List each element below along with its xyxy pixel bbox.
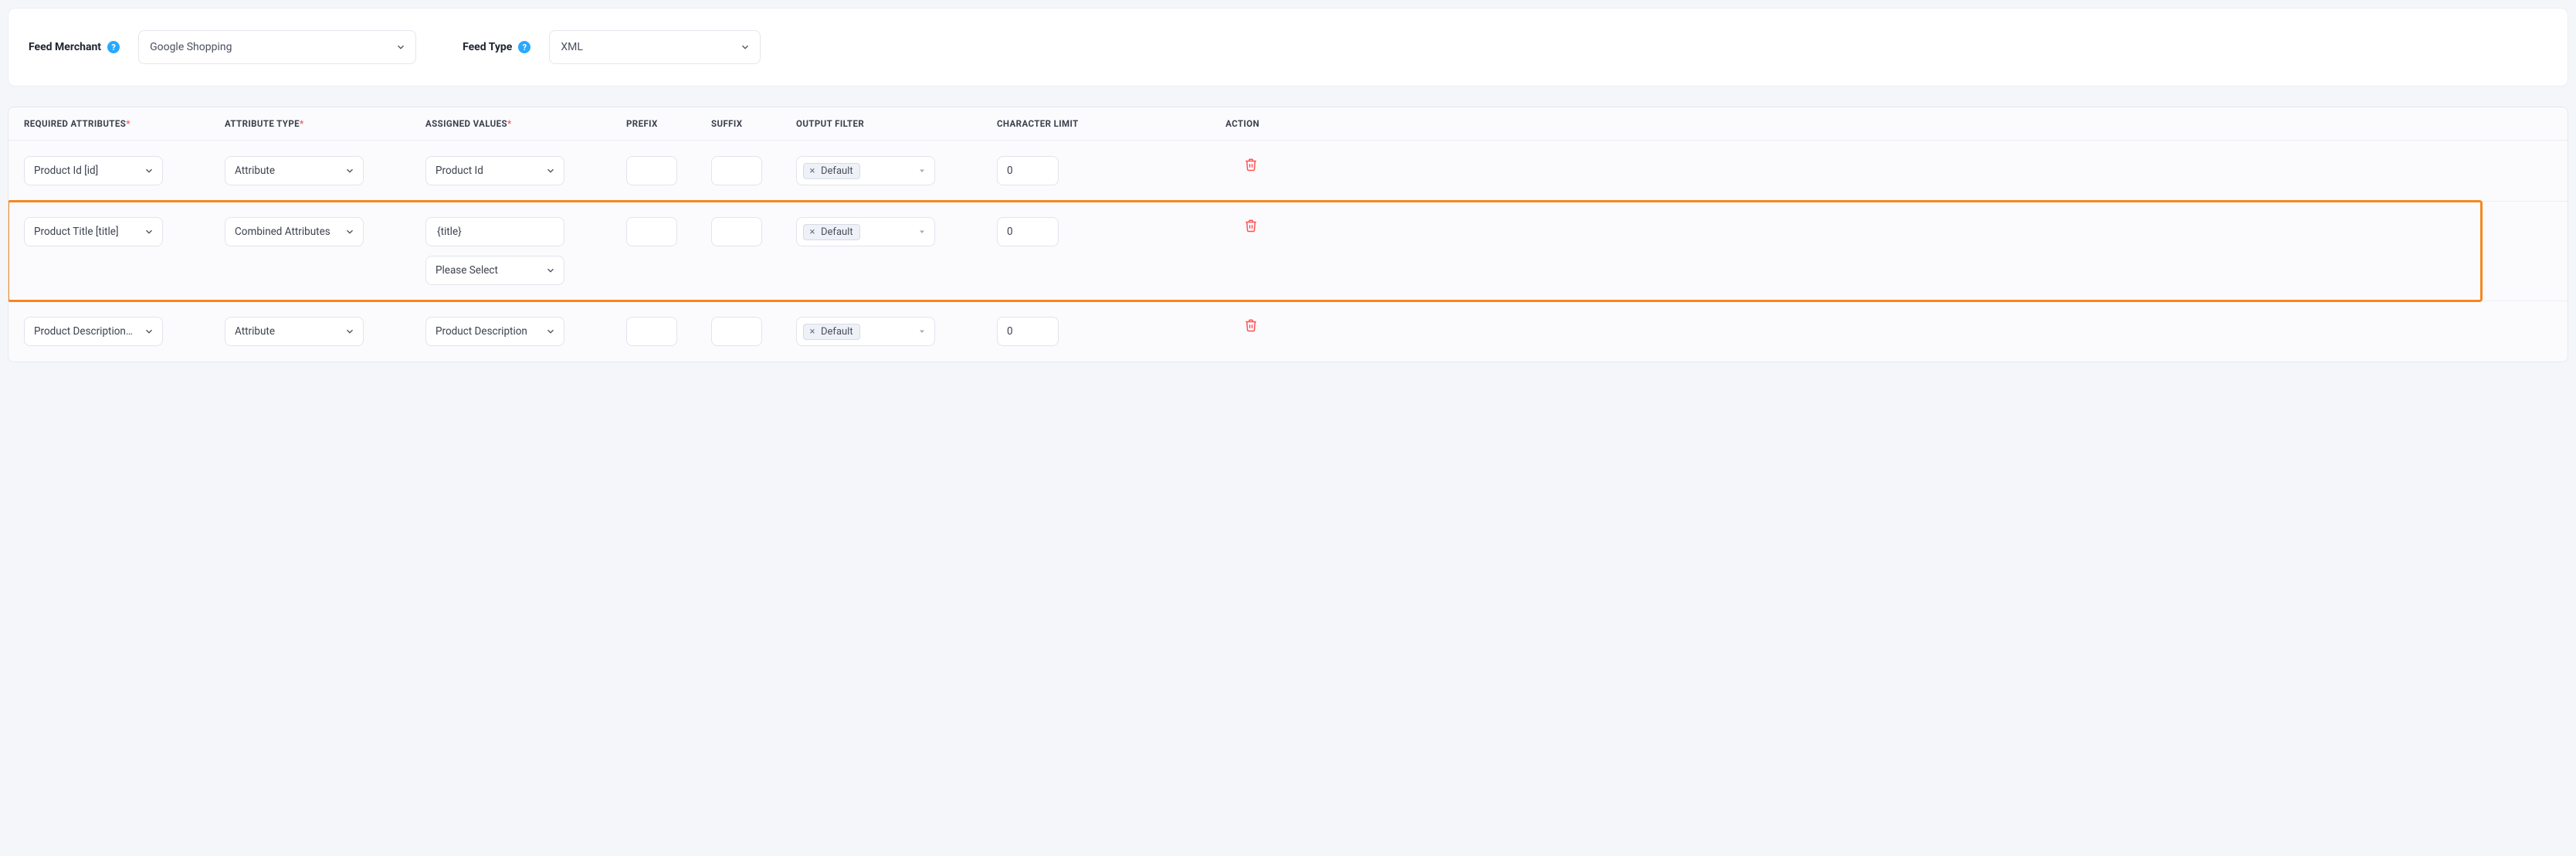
- chevron-down-icon: [144, 226, 154, 237]
- filter-tag: × Default: [803, 324, 860, 340]
- feed-type-label: Feed Type ?: [463, 41, 530, 53]
- required-attribute-select[interactable]: Product Id [id]: [24, 156, 163, 185]
- chevron-down-icon: [545, 265, 556, 276]
- attribute-type-select[interactable]: Attribute: [225, 156, 364, 185]
- help-icon[interactable]: ?: [107, 41, 120, 53]
- delete-row-button[interactable]: [1242, 217, 1259, 234]
- attributes-table: REQUIRED ATTRIBUTES* ATTRIBUTE TYPE* ASS…: [8, 107, 2568, 362]
- character-limit-input[interactable]: [997, 217, 1059, 246]
- delete-row-button[interactable]: [1242, 317, 1259, 334]
- suffix-input[interactable]: [711, 217, 762, 246]
- output-filter-select[interactable]: × Default: [796, 317, 935, 346]
- chevron-down-icon: [917, 327, 927, 336]
- chevron-down-icon: [545, 165, 556, 176]
- chevron-down-icon: [545, 326, 556, 337]
- output-filter-select[interactable]: × Default: [796, 156, 935, 185]
- help-icon[interactable]: ?: [518, 41, 530, 53]
- highlight-outline: [8, 200, 2483, 302]
- feed-merchant-label: Feed Merchant ?: [29, 41, 120, 53]
- suffix-input[interactable]: [711, 156, 762, 185]
- required-attribute-select[interactable]: Product Title [title]: [24, 217, 163, 246]
- assigned-value-select[interactable]: Product Id: [425, 156, 564, 185]
- feed-merchant-select[interactable]: Google Shopping: [138, 30, 416, 64]
- chevron-down-icon: [144, 326, 154, 337]
- chevron-down-icon: [917, 166, 927, 175]
- suffix-input[interactable]: [711, 317, 762, 346]
- prefix-input[interactable]: [626, 317, 677, 346]
- chevron-down-icon: [344, 326, 355, 337]
- prefix-input[interactable]: [626, 156, 677, 185]
- chevron-down-icon: [344, 226, 355, 237]
- assigned-value-input[interactable]: [425, 217, 564, 246]
- delete-row-button[interactable]: [1242, 156, 1259, 173]
- prefix-input[interactable]: [626, 217, 677, 246]
- table-row: Product Id [id] Attribute Product Id: [8, 141, 2568, 202]
- table-header-row: REQUIRED ATTRIBUTES* ATTRIBUTE TYPE* ASS…: [8, 107, 2568, 141]
- character-limit-input[interactable]: [997, 156, 1059, 185]
- attribute-type-select[interactable]: Combined Attributes: [225, 217, 364, 246]
- attribute-type-select[interactable]: Attribute: [225, 317, 364, 346]
- tag-remove-icon[interactable]: ×: [807, 165, 818, 176]
- character-limit-input[interactable]: [997, 317, 1059, 346]
- required-attribute-select[interactable]: Product Description [des: [24, 317, 163, 346]
- output-filter-select[interactable]: × Default: [796, 217, 935, 246]
- chevron-down-icon: [917, 227, 927, 236]
- feed-type-select[interactable]: XML: [549, 30, 761, 64]
- chevron-down-icon: [344, 165, 355, 176]
- chevron-down-icon: [740, 42, 751, 53]
- table-row: Product Description [des Attribute Produ…: [8, 301, 2568, 362]
- chevron-down-icon: [144, 165, 154, 176]
- chevron-down-icon: [395, 42, 406, 53]
- filter-tag: × Default: [803, 163, 860, 179]
- tag-remove-icon[interactable]: ×: [807, 326, 818, 337]
- assigned-value-select[interactable]: Product Description: [425, 317, 564, 346]
- assigned-value-select[interactable]: Please Select: [425, 256, 564, 285]
- table-row: Product Title [title] Combined Attribute…: [8, 202, 2568, 301]
- feed-settings-card: Feed Merchant ? Google Shopping Feed Typ…: [8, 8, 2568, 87]
- tag-remove-icon[interactable]: ×: [807, 226, 818, 237]
- filter-tag: × Default: [803, 224, 860, 240]
